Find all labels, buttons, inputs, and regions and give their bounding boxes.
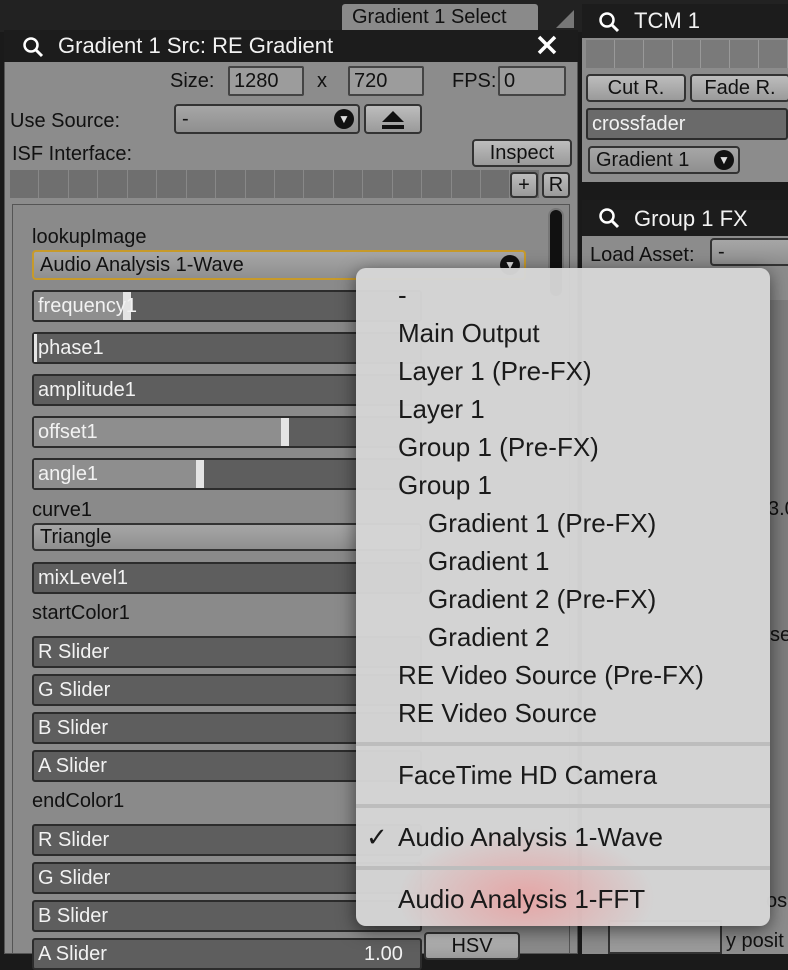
menu-item-audio-wave[interactable]: ✓ Audio Analysis 1-Wave bbox=[356, 818, 770, 856]
lookup-image-value: Audio Analysis 1-Wave bbox=[40, 254, 244, 276]
slider-knob[interactable] bbox=[34, 334, 37, 362]
use-source-popup[interactable]: - ▼ bbox=[174, 104, 360, 134]
fps-field[interactable]: 0 bbox=[498, 66, 566, 96]
menu-item[interactable]: - bbox=[356, 276, 770, 314]
hsv-button[interactable]: HSV bbox=[424, 932, 520, 960]
slider-label: A Slider bbox=[38, 755, 107, 777]
inspect-button[interactable]: Inspect bbox=[472, 139, 572, 167]
slider-label: B Slider bbox=[38, 717, 109, 739]
slider-label: B Slider bbox=[38, 905, 109, 927]
menu-item[interactable]: Main Output bbox=[356, 314, 770, 352]
size-label: Size: bbox=[170, 70, 215, 92]
checkmark-icon: ✓ bbox=[366, 822, 388, 852]
close-icon[interactable] bbox=[536, 34, 558, 56]
menu-item[interactable]: Gradient 1 (Pre-FX) bbox=[356, 504, 770, 542]
menu-item[interactable]: Layer 1 bbox=[356, 390, 770, 428]
fps-label: FPS: bbox=[452, 70, 497, 92]
load-asset-popup[interactable]: - bbox=[710, 238, 788, 266]
menu-item[interactable]: Gradient 1 bbox=[356, 542, 770, 580]
height-field[interactable]: 720 bbox=[348, 66, 424, 96]
menu-item[interactable]: RE Video Source (Pre-FX) bbox=[356, 656, 770, 694]
menu-item-label: FaceTime HD Camera bbox=[398, 760, 658, 790]
eject-button[interactable] bbox=[364, 104, 422, 134]
group-fx-controls bbox=[770, 300, 788, 900]
tcm-title: TCM 1 bbox=[634, 8, 700, 33]
menu-item-label: Main Output bbox=[398, 318, 540, 348]
slider-label: angle1 bbox=[38, 463, 99, 485]
curve1-label: curve1 bbox=[32, 499, 93, 521]
lookup-image-label: lookupImage bbox=[32, 226, 147, 248]
partial-label: se bbox=[770, 624, 788, 646]
search-icon[interactable] bbox=[22, 36, 44, 58]
slider-label: G Slider bbox=[38, 679, 111, 701]
menu-item-label: Layer 1 (Pre-FX) bbox=[398, 356, 592, 386]
menu-item-label: Group 1 bbox=[398, 470, 492, 500]
y-position-label: y posit bbox=[726, 930, 784, 952]
use-source-value: - bbox=[182, 108, 189, 130]
slider-label: mixLevel1 bbox=[38, 567, 129, 589]
isf-toolbar-strip bbox=[10, 170, 540, 198]
slider-knob[interactable] bbox=[196, 460, 204, 488]
end-color-label: endColor1 bbox=[32, 790, 125, 812]
source-dropdown-menu: - Main Output Layer 1 (Pre-FX) Layer 1 Group… bbox=[356, 268, 770, 926]
chevron-down-icon: ▼ bbox=[334, 109, 354, 129]
tcm-strip bbox=[586, 40, 788, 68]
menu-item-label: Group 1 (Pre-FX) bbox=[398, 432, 599, 462]
menu-item-label: Gradient 1 bbox=[428, 546, 550, 576]
menu-item[interactable]: Group 1 bbox=[356, 466, 770, 504]
menu-item-label: Audio Analysis 1-Wave bbox=[398, 822, 663, 852]
slider-label: frequency1 bbox=[38, 295, 137, 317]
menu-item-label: Gradient 1 (Pre-FX) bbox=[428, 508, 657, 538]
slider-knob[interactable] bbox=[281, 418, 289, 446]
search-icon[interactable] bbox=[598, 207, 620, 229]
menu-item[interactable]: Gradient 2 (Pre-FX) bbox=[356, 580, 770, 618]
slider-value: 1.00 bbox=[364, 943, 403, 965]
menu-item-label: RE Video Source (Pre-FX) bbox=[398, 660, 704, 690]
menu-item-label: Gradient 2 (Pre-FX) bbox=[428, 584, 657, 614]
menu-item[interactable]: RE Video Source bbox=[356, 694, 770, 732]
target-value: Gradient 1 bbox=[596, 149, 690, 171]
corner-triangle-icon bbox=[556, 10, 574, 28]
panel-title: Gradient 1 Src: RE Gradient bbox=[58, 33, 334, 58]
slider-label: G Slider bbox=[38, 867, 111, 889]
slider-label: amplitude1 bbox=[38, 379, 136, 401]
menu-separator bbox=[356, 804, 770, 808]
load-asset-label: Load Asset: bbox=[590, 244, 695, 266]
menu-item-label: Gradient 2 bbox=[428, 622, 550, 652]
partial-value: 3.0 bbox=[768, 498, 788, 520]
slider-label: phase1 bbox=[38, 337, 104, 359]
slider-label: A Slider bbox=[38, 943, 107, 965]
use-source-label: Use Source: bbox=[10, 110, 121, 132]
group-fx-title: Group 1 FX bbox=[634, 206, 748, 231]
menu-separator bbox=[356, 742, 770, 746]
start-color-label: startColor1 bbox=[32, 602, 130, 624]
menu-item-audio-fft[interactable]: Audio Analysis 1-FFT bbox=[356, 880, 770, 918]
menu-item-label: Layer 1 bbox=[398, 394, 485, 424]
size-x-label: x bbox=[317, 70, 327, 92]
end-a-slider[interactable]: A Slider 1.00 bbox=[32, 938, 422, 970]
cut-button[interactable]: Cut R. bbox=[586, 74, 686, 102]
menu-item[interactable]: Gradient 2 bbox=[356, 618, 770, 656]
menu-separator bbox=[356, 866, 770, 870]
menu-item-label: RE Video Source bbox=[398, 698, 597, 728]
tab-gradient-select[interactable]: Gradient 1 Select bbox=[342, 4, 538, 32]
width-field[interactable]: 1280 bbox=[228, 66, 304, 96]
slider-label: R Slider bbox=[38, 641, 110, 663]
slider-label: R Slider bbox=[38, 829, 110, 851]
menu-item-camera[interactable]: FaceTime HD Camera bbox=[356, 756, 770, 794]
menu-item[interactable]: Group 1 (Pre-FX) bbox=[356, 428, 770, 466]
crossfader-slider[interactable]: crossfader bbox=[586, 108, 788, 140]
search-icon[interactable] bbox=[598, 11, 620, 33]
target-popup[interactable]: Gradient 1 ▼ bbox=[588, 146, 740, 174]
add-button[interactable]: + bbox=[510, 172, 538, 198]
menu-item[interactable]: Layer 1 (Pre-FX) bbox=[356, 352, 770, 390]
eject-icon bbox=[382, 111, 404, 129]
menu-item-label: - bbox=[398, 280, 407, 310]
chevron-down-icon: ▼ bbox=[714, 150, 734, 170]
isf-interface-label: ISF Interface: bbox=[12, 143, 133, 165]
slider-label: offset1 bbox=[38, 421, 98, 443]
fade-button[interactable]: Fade R. bbox=[690, 74, 788, 102]
menu-item-label: Audio Analysis 1-FFT bbox=[398, 884, 646, 914]
reset-button[interactable]: R bbox=[542, 172, 570, 198]
